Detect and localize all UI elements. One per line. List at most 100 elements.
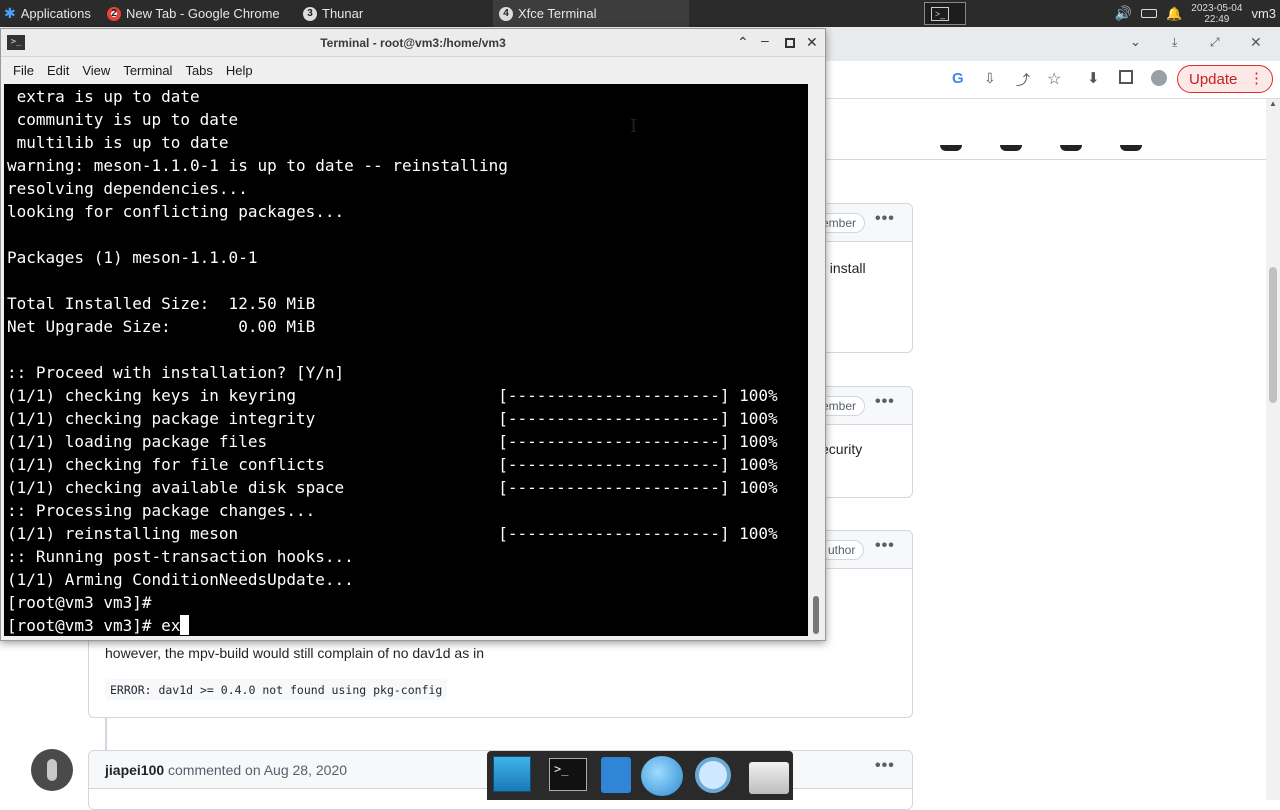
terminal-prompt: [root@vm3 vm3]#: [7, 616, 162, 635]
notification-bell-icon[interactable]: 🔔: [1166, 6, 1182, 22]
menu-tabs[interactable]: Tabs: [179, 63, 219, 78]
terminal-line: :: Running post-transaction hooks...: [7, 547, 354, 566]
shade-icon[interactable]: ⌃: [737, 34, 749, 51]
terminal-window: >_ Terminal - root@vm3:/home/vm3 ⌃ – ✕ F…: [0, 28, 826, 641]
app-finder-icon[interactable]: [695, 757, 731, 793]
share-icon[interactable]: ⤴: [1016, 70, 1030, 90]
more-options-icon[interactable]: •••: [875, 393, 895, 411]
avatar[interactable]: [31, 749, 73, 791]
update-label: Update: [1189, 70, 1238, 88]
page-scrollbar-thumb[interactable]: [1269, 267, 1277, 403]
volume-icon[interactable]: 🔊: [1115, 5, 1132, 22]
terminal-input[interactable]: ex: [161, 616, 180, 635]
menu-help[interactable]: Help: [220, 63, 260, 78]
more-vert-icon: ⋮: [1249, 70, 1264, 87]
terminal-line: community is up to date: [7, 110, 239, 129]
minimize-icon[interactable]: ⤓: [1172, 35, 1177, 50]
terminal-output[interactable]: extra is up to date community is up to d…: [4, 84, 808, 636]
show-desktop-icon[interactable]: [493, 756, 531, 792]
minimize-icon[interactable]: –: [761, 32, 769, 48]
clock[interactable]: 2023-05-04 22:49: [1191, 3, 1242, 25]
battery-icon[interactable]: [1141, 9, 1158, 18]
task-terminal[interactable]: 4 Xfce Terminal: [493, 0, 689, 27]
profile-icon[interactable]: [1151, 70, 1167, 86]
folder-icon[interactable]: [749, 762, 789, 794]
comment-text: however, the mpv-build would still compl…: [105, 645, 484, 661]
comment-snippet: ecurity: [821, 441, 863, 457]
clock-date: 2023-05-04: [1191, 2, 1243, 14]
terminal-launcher-icon[interactable]: >_: [549, 758, 587, 791]
top-divider: [826, 159, 1266, 160]
user-menu[interactable]: vm3: [1251, 6, 1276, 21]
terminal-line: (1/1) checking keys in keyring [--------…: [7, 386, 778, 405]
menu-view[interactable]: View: [76, 63, 117, 78]
menu-edit[interactable]: Edit: [41, 63, 76, 78]
terminal-scrollbar-thumb[interactable]: [813, 596, 819, 634]
code-text: ERROR: dav1d >= 0.4.0 not found using pk…: [110, 683, 443, 697]
comment-timestamp[interactable]: commented on Aug 28, 2020: [168, 762, 347, 778]
bookmark-star-icon[interactable]: ☆: [1047, 69, 1061, 89]
chrome-icon: 2: [107, 6, 121, 21]
terminal-titlebar[interactable]: >_ Terminal - root@vm3:/home/vm3 ⌃ – ✕: [1, 29, 825, 57]
maximize-icon[interactable]: [785, 38, 795, 48]
file-manager-icon[interactable]: [601, 757, 631, 793]
terminal-scrollbar[interactable]: [809, 84, 825, 636]
terminal-cursor: [180, 615, 190, 635]
terminal-title: Terminal - root@vm3:/home/vm3: [320, 36, 506, 50]
timeline-line: [105, 718, 107, 750]
menu-file[interactable]: File: [1, 63, 41, 78]
close-icon[interactable]: ✕: [806, 34, 818, 51]
terminal-line: Packages (1) meson-1.1.0-1: [7, 248, 258, 267]
terminal-icon: 4: [499, 6, 513, 21]
install-icon[interactable]: ⇩: [984, 70, 996, 87]
side-panel-icon[interactable]: [1119, 70, 1133, 84]
applications-menu[interactable]: ✱ Applications: [0, 0, 101, 27]
terminal-line: :: Proceed with installation? [Y/n]: [7, 363, 345, 382]
terminal-line: multilib is up to date: [7, 133, 229, 152]
more-options-icon[interactable]: •••: [875, 210, 895, 228]
web-browser-icon[interactable]: [641, 756, 683, 796]
task-label: Thunar: [322, 6, 364, 21]
scroll-up-icon[interactable]: ▲: [1269, 99, 1277, 108]
commenter-name[interactable]: jiapei100: [105, 762, 164, 778]
task-label: New Tab - Google Chrome: [126, 6, 280, 21]
terminal-line: :: Processing package changes...: [7, 501, 316, 520]
text-cursor-icon: I: [630, 116, 638, 137]
download-icon[interactable]: ⬇: [1087, 69, 1100, 87]
terminal-menubar: File Edit View Terminal Tabs Help: [1, 57, 825, 83]
close-icon[interactable]: ✕: [1250, 34, 1262, 51]
reaction-row: [936, 145, 1146, 159]
task-thunar[interactable]: 3 Thunar: [297, 0, 493, 27]
terminal-line: warning: meson-1.1.0-1 is up to date -- …: [7, 156, 508, 175]
terminal-line: (1/1) checking available disk space [---…: [7, 478, 778, 497]
terminal-line: (1/1) checking for file conflicts [-----…: [7, 455, 778, 474]
task-label: Xfce Terminal: [518, 6, 597, 21]
menu-terminal[interactable]: Terminal: [117, 63, 179, 78]
terminal-line: (1/1) Arming ConditionNeedsUpdate...: [7, 570, 354, 589]
terminal-line: (1/1) loading package files [-----------…: [7, 432, 778, 451]
workspace-switcher[interactable]: >_: [924, 2, 966, 25]
terminal-line: (1/1) checking package integrity [------…: [7, 409, 778, 428]
dock: >_: [487, 751, 793, 800]
terminal-prompt-line: [root@vm3 vm3]# ex: [7, 614, 808, 636]
more-options-icon[interactable]: •••: [875, 757, 895, 775]
google-icon[interactable]: G: [952, 70, 964, 87]
page-scrollbar[interactable]: ▲: [1266, 99, 1280, 800]
terminal-line: looking for conflicting packages...: [7, 202, 345, 221]
terminal-line: Net Upgrade Size: 0.00 MiB: [7, 317, 316, 336]
applications-label: Applications: [20, 6, 91, 21]
task-chrome[interactable]: 2 New Tab - Google Chrome: [101, 0, 297, 27]
thunar-icon: 3: [303, 6, 317, 21]
terminal-line: Total Installed Size: 12.50 MiB: [7, 294, 316, 313]
clock-time: 22:49: [1204, 13, 1230, 25]
restore-icon[interactable]: ⤢: [1210, 35, 1220, 50]
update-button[interactable]: Update ⋮: [1177, 65, 1273, 93]
taskbar: ✱ Applications 2 New Tab - Google Chrome…: [0, 0, 1280, 27]
code-block: ERROR: dav1d >= 0.4.0 not found using pk…: [105, 679, 448, 700]
chevron-down-icon[interactable]: ⌄: [1130, 34, 1141, 50]
terminal-line: [root@vm3 vm3]#: [7, 593, 152, 612]
more-options-icon[interactable]: •••: [875, 537, 895, 555]
